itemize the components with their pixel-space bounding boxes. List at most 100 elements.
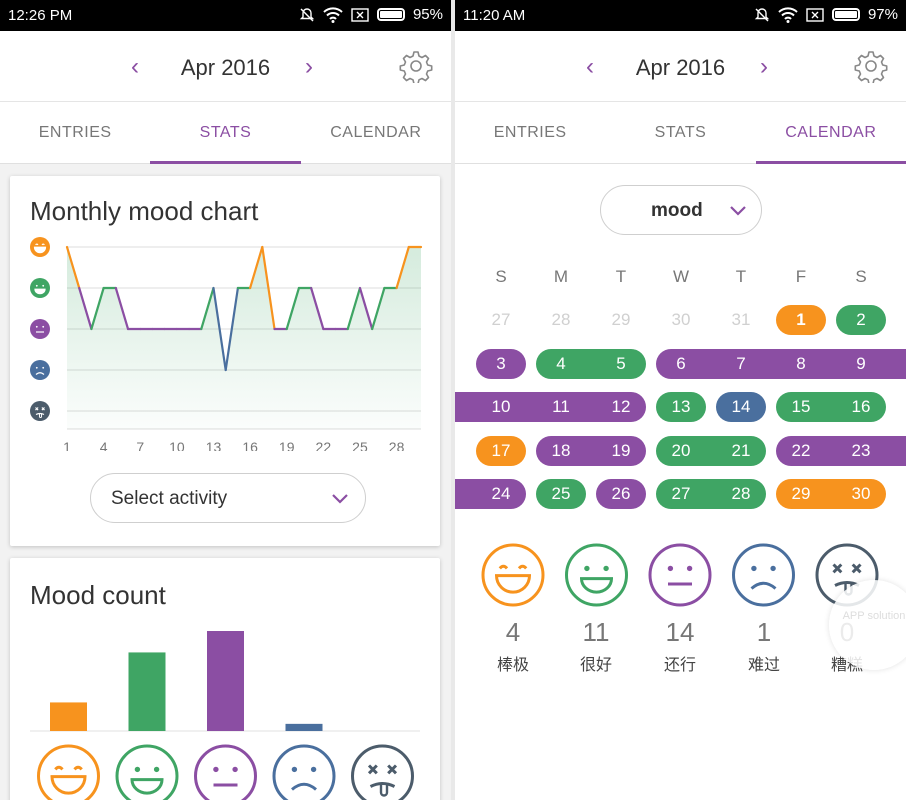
calendar-day[interactable]: 11 [541,397,581,417]
calendar-day[interactable]: 27 [661,484,701,504]
calendar-day[interactable]: 2 [841,310,881,330]
label-good: 很好 [579,657,612,674]
weekday-mon: M [553,267,569,286]
stats-screen: 12:26 PM 95% ‹ Apr 2016 › ENTRIES STATS … [0,0,451,800]
next-month-button[interactable]: › [305,53,313,81]
mood-chart-card: Monthly mood chart 1 4 7 10 13 16 19 22 25 28 Sel… [10,176,440,546]
tab-stats[interactable]: STATS [150,102,301,164]
mood-bar-chart [30,631,420,800]
no-sim-icon [351,7,369,22]
calendar-screen: 11:20 AM 97% ‹ Apr 2016 › ENTRIES STATS … [455,0,906,800]
calendar-day[interactable]: 25 [541,484,581,504]
calendar-day[interactable]: 15 [781,397,821,417]
label-meh: 还行 [663,657,696,674]
calendar-day[interactable]: 7 [721,354,761,374]
calendar-day[interactable]: 6 [661,354,701,374]
bar-meh [207,631,244,731]
mood-area-fill [67,247,421,429]
weekday-wed: W [672,267,690,286]
summary-good-icon [565,543,628,607]
summary-meh-icon [648,543,712,607]
mood-chart-title: Monthly mood chart [30,196,259,226]
x-tick-label: 22 [316,439,332,451]
select-activity-dropdown[interactable]: Select activity [90,473,366,523]
chevron-down-icon [332,494,348,504]
x-tick-label: 4 [100,439,108,451]
y-axis-meh-icon [30,319,50,339]
count-good-icon [115,744,179,800]
count-sad-icon [272,744,336,800]
weekday-sat: S [855,267,867,286]
calendar-day[interactable]: 28 [721,484,761,504]
bar-rad [50,702,87,731]
x-tick-label: 13 [206,439,222,451]
prev-month-day: 27 [491,310,511,329]
calendar-day[interactable]: 26 [601,484,641,504]
calendar-day[interactable]: 16 [841,397,881,417]
label-rad: 棒极 [496,657,529,674]
mood-count-card: Mood count [10,558,440,800]
month-header: ‹ Apr 2016 › [0,31,451,102]
gear-icon[interactable] [399,49,433,83]
calendar-day[interactable]: 29 [781,484,821,504]
count-sad: 1 [756,617,772,647]
weekday-thu: T [735,267,747,286]
count-rad: 4 [505,617,521,647]
count-rad-icon [37,744,100,800]
calendar-day[interactable]: 13 [661,397,701,417]
calendar-day[interactable]: 10 [481,397,521,417]
count-meh: 14 [665,617,695,647]
calendar-day[interactable]: 18 [541,441,581,461]
tab-calendar[interactable]: CALENDAR [301,102,451,163]
calendar-day[interactable]: 14 [721,397,761,417]
calendar-day[interactable]: 4 [541,354,581,374]
calendar-day[interactable]: 30 [841,484,881,504]
calendar-day[interactable]: 5 [601,354,641,374]
calendar-day[interactable]: 8 [781,354,821,374]
tab-entries[interactable]: ENTRIES [0,102,150,163]
weekday-sun: S [495,267,507,286]
x-tick-label: 1 [63,439,71,451]
count-awful-icon [351,744,414,800]
calendar-day[interactable]: 21 [721,441,761,461]
label-sad: 难过 [747,657,780,674]
summary-rad-icon [481,543,545,607]
calendar-day[interactable]: 1 [781,310,821,330]
x-tick-label: 10 [169,439,185,451]
y-axis-sad-icon [30,360,50,380]
bar-sad [285,723,323,731]
weekday-fri: F [795,267,807,286]
calendar-day[interactable]: 12 [601,397,641,417]
status-bar: 12:26 PM 95% [0,0,451,31]
x-tick-label: 19 [279,439,295,451]
count-meh-icon [194,744,257,800]
status-time: 12:26 PM [8,7,73,24]
calendar-day[interactable]: 20 [661,441,701,461]
calendar-day[interactable]: 19 [601,441,641,461]
prev-month-day: 29 [611,310,631,329]
tab-bar: ENTRIES STATS CALENDAR [0,102,451,164]
bar-good [128,652,166,731]
x-tick-label: 7 [136,439,144,451]
battery-percent: 95% [412,6,443,23]
weekday-tue: T [615,267,627,286]
calendar-day[interactable]: 23 [841,441,881,461]
prev-month-day: 28 [551,310,571,329]
y-axis-good-icon [30,278,50,298]
mute-icon [299,7,315,21]
x-tick-label: 16 [242,439,258,451]
calendar-day[interactable]: 3 [481,354,521,374]
calendar-day[interactable]: 17 [481,441,521,461]
calendar-day[interactable]: 22 [781,441,821,461]
count-good: 11 [582,617,610,647]
calendar-day[interactable]: 9 [841,354,881,374]
battery-icon [376,8,405,21]
select-activity-label: Select activity [111,488,228,509]
y-axis-awful-icon [30,401,50,421]
prev-month-day: 31 [731,310,751,329]
x-tick-label: 28 [389,439,405,451]
prev-month-day: 30 [671,310,691,329]
wifi-icon [323,6,343,23]
calendar-day[interactable]: 24 [481,484,521,504]
x-tick-label: 25 [352,439,368,451]
